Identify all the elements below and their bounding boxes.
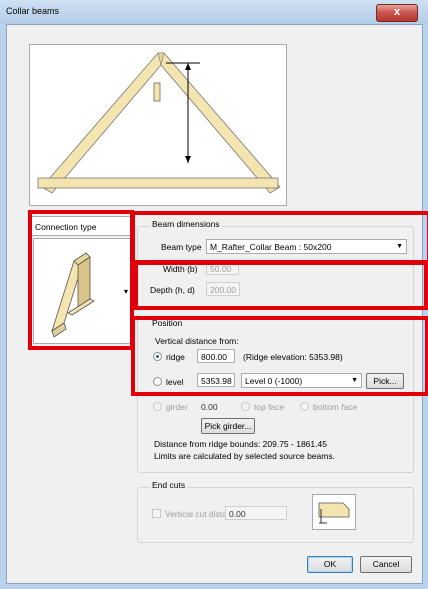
window-title: Collar beams [6,6,60,16]
top-face-label: top face [254,402,285,412]
end-cut-preview [312,494,356,530]
highlight-position [131,316,428,396]
title-bar[interactable]: Collar beams x [0,0,428,24]
top-face-radio[interactable] [241,402,250,411]
cancel-button[interactable]: Cancel [360,556,412,573]
end-cut-icon [318,502,350,524]
close-button[interactable]: x [376,4,418,22]
bottom-face-radio[interactable] [300,402,309,411]
highlight-dimensions [134,260,428,310]
highlight-beam-type [131,211,428,265]
bottom-face-label: bottom face [313,402,358,412]
limits-text: Limits are calculated by selected source… [154,451,335,461]
vertical-cut-checkbox[interactable] [152,509,161,518]
girder-value: 0.00 [201,402,218,412]
pick-girder-button[interactable]: Pick girder... [201,418,255,434]
roof-truss-drawing [37,52,281,194]
vertical-cut-field[interactable]: 0.00 [225,506,287,520]
highlight-connection-type [28,210,134,350]
girder-radio[interactable] [153,402,162,411]
distance-text: Distance from ridge bounds: 209.75 - 186… [154,439,327,449]
ok-button[interactable]: OK [307,556,353,573]
girder-label: girder [166,402,188,412]
roof-preview-image [29,44,287,206]
end-cuts-label: End cuts [150,480,188,490]
